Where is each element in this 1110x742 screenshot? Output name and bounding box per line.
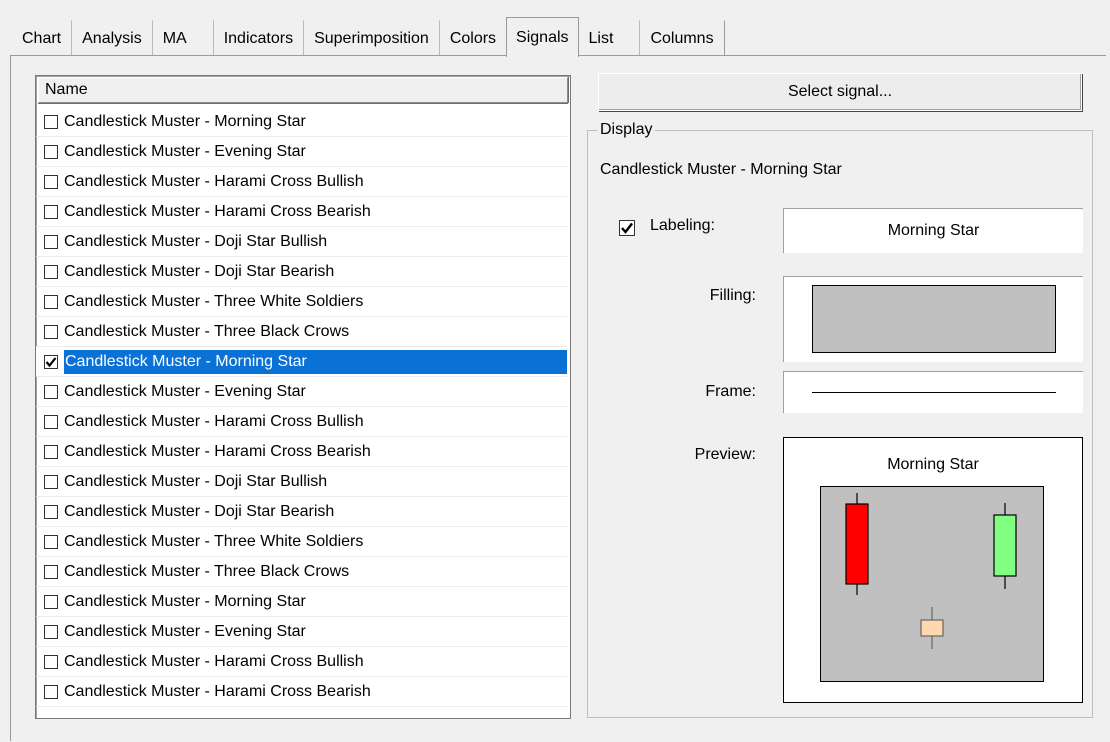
row-checkbox[interactable] xyxy=(44,174,58,189)
row-label: Candlestick Muster - Three White Soldier… xyxy=(64,532,364,550)
row-label: Candlestick Muster - Harami Cross Bearis… xyxy=(64,202,371,220)
preview-box: Morning Star xyxy=(783,437,1083,703)
row-checkbox[interactable] xyxy=(44,474,58,489)
doji-candle-body xyxy=(920,619,944,637)
frame-style-picker[interactable] xyxy=(783,371,1083,413)
frame-label: Frame: xyxy=(705,383,756,400)
filling-color-picker[interactable] xyxy=(783,276,1083,362)
bullish-candle-body xyxy=(993,514,1017,577)
row-checkbox[interactable] xyxy=(44,264,58,279)
filling-label: Filling: xyxy=(709,287,756,304)
row-checkbox[interactable] xyxy=(44,234,58,249)
labeling-text-field[interactable]: Morning Star xyxy=(783,208,1083,253)
checkmark-icon xyxy=(621,222,633,234)
tab-bar: Chart Analysis MA Indicators Superimposi… xyxy=(12,16,725,57)
row-checkbox[interactable] xyxy=(44,294,58,309)
checkmark-icon xyxy=(45,356,57,367)
row-label: Candlestick Muster - Morning Star xyxy=(64,592,306,610)
row-label: Candlestick Muster - Three White Soldier… xyxy=(64,292,364,310)
row-label: Candlestick Muster - Morning Star xyxy=(64,349,567,374)
list-item[interactable]: Candlestick Muster - Evening Star xyxy=(36,137,567,167)
frame-line-sample xyxy=(812,392,1056,393)
row-checkbox[interactable] xyxy=(44,504,58,519)
selected-signal-name: Candlestick Muster - Morning Star xyxy=(600,161,842,178)
list-item[interactable]: Candlestick Muster - Evening Star xyxy=(36,617,567,647)
row-label: Candlestick Muster - Doji Star Bearish xyxy=(64,502,335,520)
list-item[interactable]: Candlestick Muster - Harami Cross Bullis… xyxy=(36,647,567,677)
signal-list[interactable]: Name Candlestick Muster - Morning Star Ca… xyxy=(35,75,571,719)
row-label: Candlestick Muster - Harami Cross Bullis… xyxy=(64,412,364,430)
tab-superimposition[interactable]: Superimposition xyxy=(303,20,439,56)
tab-list[interactable]: List xyxy=(579,20,624,56)
list-item[interactable]: Candlestick Muster - Harami Cross Bullis… xyxy=(36,167,567,197)
list-item[interactable]: Candlestick Muster - Morning Star xyxy=(36,107,567,137)
labeling-checkbox[interactable] xyxy=(619,220,635,236)
list-item[interactable]: Candlestick Muster - Morning Star xyxy=(36,587,567,617)
tab-ma[interactable]: MA xyxy=(151,20,197,56)
preview-label: Preview: xyxy=(694,446,756,463)
column-header-name[interactable]: Name xyxy=(38,77,568,103)
row-checkbox[interactable] xyxy=(44,384,58,399)
row-label: Candlestick Muster - Three Black Crows xyxy=(64,562,350,580)
row-label: Candlestick Muster - Three Black Crows xyxy=(64,322,350,340)
row-checkbox[interactable] xyxy=(44,684,58,699)
tab-signals[interactable]: Signals xyxy=(506,17,579,57)
display-group-title: Display xyxy=(597,121,656,139)
candlestick-preview xyxy=(845,493,1017,649)
row-checkbox[interactable] xyxy=(44,414,58,429)
row-label: Candlestick Muster - Harami Cross Bearis… xyxy=(64,682,371,700)
list-item[interactable]: Candlestick Muster - Harami Cross Bullis… xyxy=(36,407,567,437)
list-item[interactable]: Candlestick Muster - Doji Star Bearish xyxy=(36,257,567,287)
bearish-candle-body xyxy=(845,503,869,585)
row-label: Candlestick Muster - Doji Star Bullish xyxy=(64,472,328,490)
row-checkbox[interactable] xyxy=(44,564,58,579)
list-item[interactable]: Candlestick Muster - Doji Star Bullish xyxy=(36,227,567,257)
list-item[interactable]: Candlestick Muster - Harami Cross Bearis… xyxy=(36,437,567,467)
list-item[interactable]: Candlestick Muster - Harami Cross Bearis… xyxy=(36,677,567,707)
list-item[interactable]: Candlestick Muster - Three Black Crows xyxy=(36,317,567,347)
row-checkbox[interactable] xyxy=(44,114,58,129)
row-checkbox[interactable] xyxy=(44,654,58,669)
labeling-label: Labeling: xyxy=(650,217,715,234)
tab-indicators[interactable]: Indicators xyxy=(212,20,303,56)
filling-swatch xyxy=(812,285,1056,353)
row-checkbox[interactable] xyxy=(44,354,58,369)
list-item[interactable]: Candlestick Muster - Morning Star xyxy=(36,347,567,377)
tab-analysis[interactable]: Analysis xyxy=(71,20,152,56)
row-label: Candlestick Muster - Doji Star Bearish xyxy=(64,262,335,280)
list-item[interactable]: Candlestick Muster - Doji Star Bearish xyxy=(36,497,567,527)
tab-columns[interactable]: Columns xyxy=(639,20,725,56)
row-checkbox[interactable] xyxy=(44,594,58,609)
row-label: Candlestick Muster - Harami Cross Bearis… xyxy=(64,442,371,460)
list-item[interactable]: Candlestick Muster - Harami Cross Bearis… xyxy=(36,197,567,227)
tab-chart[interactable]: Chart xyxy=(12,20,71,56)
signal-rows: Candlestick Muster - Morning Star Candles… xyxy=(36,107,570,707)
list-item[interactable]: Candlestick Muster - Doji Star Bullish xyxy=(36,467,567,497)
row-checkbox[interactable] xyxy=(44,204,58,219)
list-item[interactable]: Candlestick Muster - Three White Soldier… xyxy=(36,287,567,317)
row-label: Candlestick Muster - Harami Cross Bullis… xyxy=(64,652,364,670)
row-checkbox[interactable] xyxy=(44,624,58,639)
list-item[interactable]: Candlestick Muster - Evening Star xyxy=(36,377,567,407)
row-checkbox[interactable] xyxy=(44,324,58,339)
select-signal-button[interactable]: Select signal... xyxy=(598,73,1082,111)
labeling-value: Morning Star xyxy=(887,222,980,239)
list-item[interactable]: Candlestick Muster - Three Black Crows xyxy=(36,557,567,587)
list-item[interactable]: Candlestick Muster - Three White Soldier… xyxy=(36,527,567,557)
row-checkbox[interactable] xyxy=(44,534,58,549)
row-label: Candlestick Muster - Doji Star Bullish xyxy=(64,232,328,250)
row-label: Candlestick Muster - Evening Star xyxy=(64,142,306,160)
row-label: Candlestick Muster - Morning Star xyxy=(64,112,306,130)
preview-title: Morning Star xyxy=(887,456,979,473)
preview-chart xyxy=(820,486,1044,682)
row-checkbox[interactable] xyxy=(44,144,58,159)
row-label: Candlestick Muster - Harami Cross Bullis… xyxy=(64,172,364,190)
tab-colors[interactable]: Colors xyxy=(438,20,506,56)
row-label: Candlestick Muster - Evening Star xyxy=(64,382,306,400)
row-checkbox[interactable] xyxy=(44,444,58,459)
row-label: Candlestick Muster - Evening Star xyxy=(64,622,306,640)
